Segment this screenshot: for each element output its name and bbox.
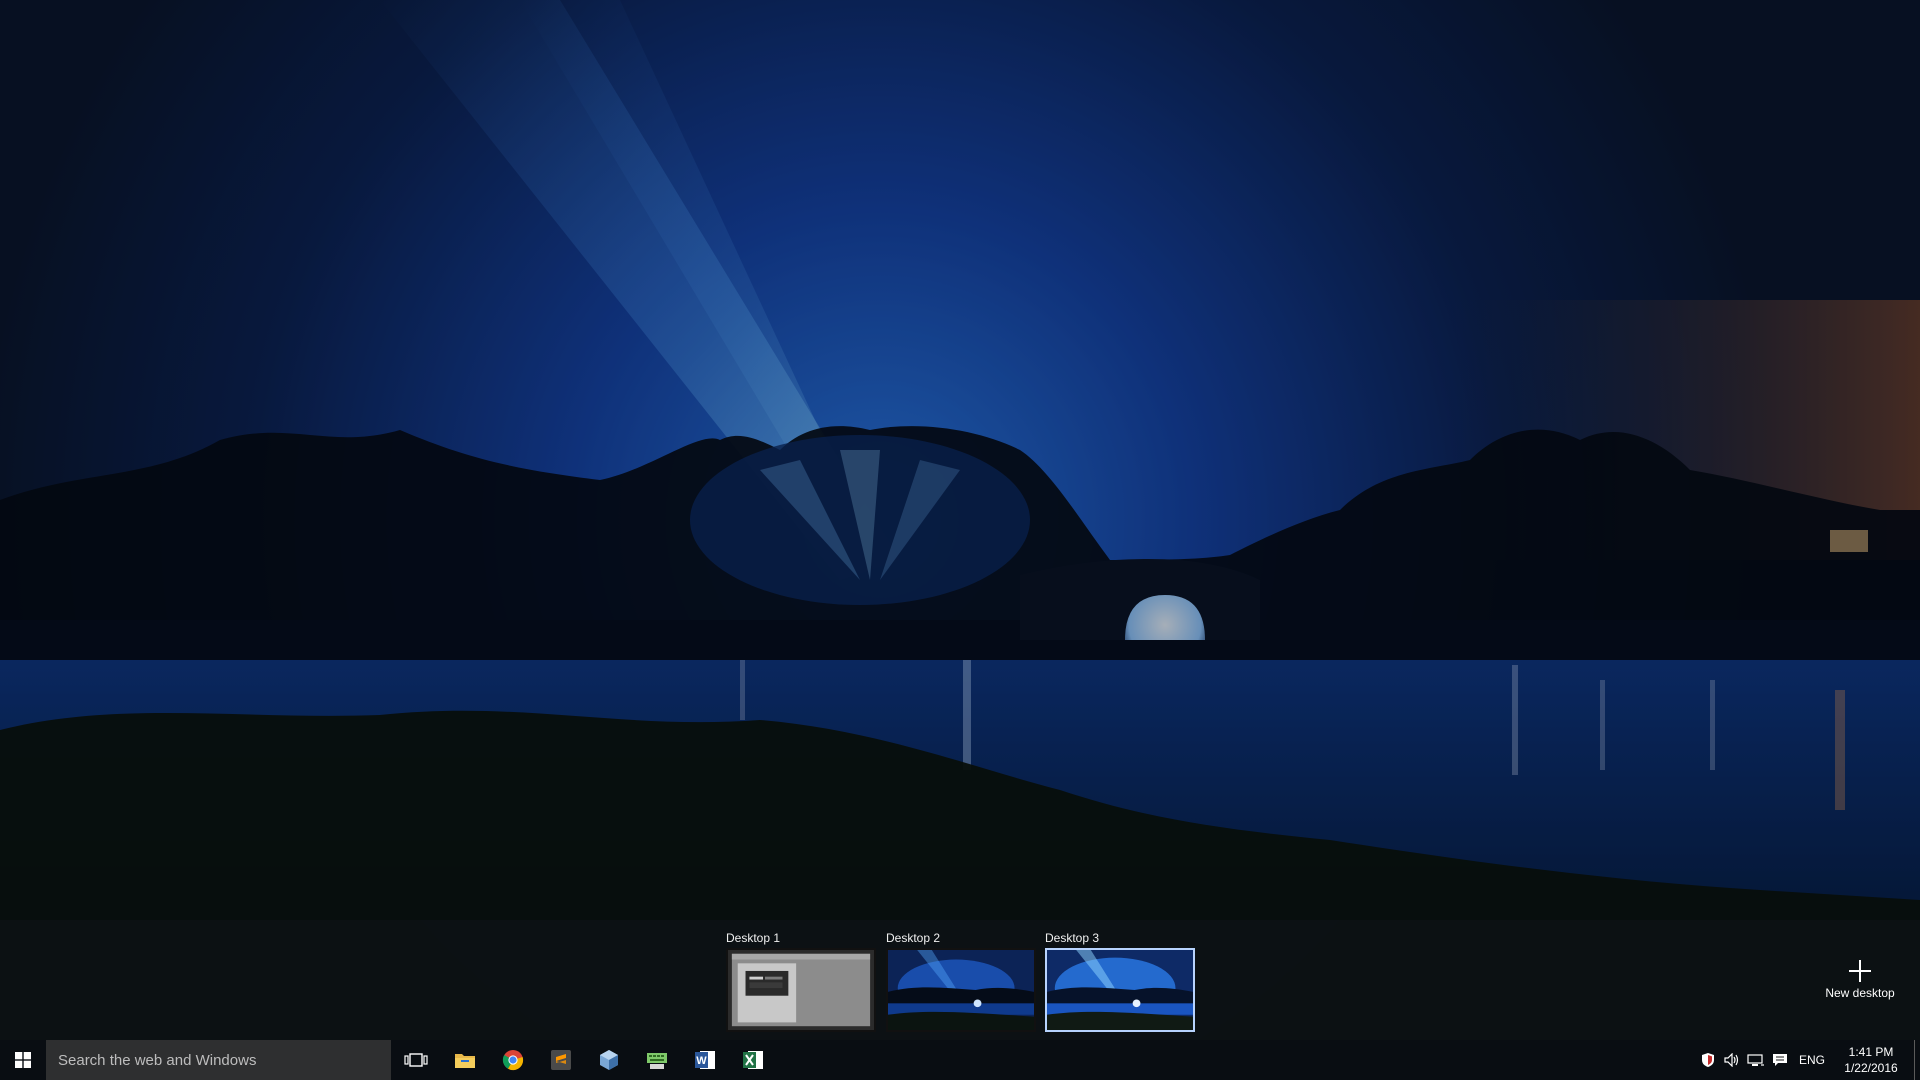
wallpaper-night-lake-image xyxy=(0,0,1920,1080)
desktop-2[interactable]: Desktop 2 xyxy=(886,930,1036,1032)
windows-logo-icon xyxy=(15,1052,31,1068)
wallpaper-preview-icon xyxy=(888,950,1034,1030)
clock-date: 1/22/2016 xyxy=(1844,1061,1898,1075)
desktop-1-label: Desktop 1 xyxy=(726,931,781,945)
shield-icon xyxy=(1702,1053,1714,1067)
desktop-wallpaper xyxy=(0,0,1920,1080)
language-indicator[interactable]: ENG xyxy=(1792,1053,1832,1067)
clock[interactable]: 1:41 PM 1/22/2016 xyxy=(1832,1044,1910,1076)
taskbar-app-word[interactable]: W xyxy=(681,1040,729,1080)
desktop-2-thumbnail[interactable] xyxy=(886,948,1036,1032)
taskbar-app-sublime-text[interactable] xyxy=(537,1040,585,1080)
sublime-icon xyxy=(551,1050,571,1070)
virtual-desktop-strip: Desktop 1 Desktop 2 Desktop 3 New deskto… xyxy=(0,920,1920,1040)
shield-tray-button[interactable] xyxy=(1696,1040,1720,1080)
desktop-2-label: Desktop 2 xyxy=(886,931,941,945)
taskbar: W xyxy=(0,1040,1920,1080)
desktop-1-thumbnail[interactable] xyxy=(726,948,876,1032)
clock-time: 1:41 PM xyxy=(1848,1045,1894,1059)
task-view-button[interactable] xyxy=(391,1040,441,1080)
network-icon xyxy=(1747,1054,1764,1066)
desktop-3-label: Desktop 3 xyxy=(1045,931,1100,945)
start-button[interactable] xyxy=(0,1040,46,1080)
window-preview-icon xyxy=(728,950,874,1030)
search-box[interactable] xyxy=(46,1040,391,1080)
word-icon: W xyxy=(695,1051,715,1069)
new-desktop-label: New desktop xyxy=(1825,986,1895,1000)
task-view-icon xyxy=(404,1053,428,1067)
new-desktop-button[interactable]: New desktop xyxy=(1816,960,1904,1016)
search-input[interactable] xyxy=(58,1051,378,1069)
taskbar-app-keyboard[interactable] xyxy=(633,1040,681,1080)
show-desktop-button[interactable] xyxy=(1914,1040,1920,1080)
virtualbox-icon xyxy=(600,1050,618,1070)
excel-icon xyxy=(743,1051,763,1069)
folder-icon xyxy=(455,1054,475,1068)
system-tray: ENG 1:41 PM 1/22/2016 xyxy=(1696,1040,1920,1080)
action-center-button[interactable] xyxy=(1768,1040,1792,1080)
desktop-1[interactable]: Desktop 1 xyxy=(726,930,876,1032)
taskbar-app-excel[interactable] xyxy=(729,1040,777,1080)
keyboard-icon xyxy=(647,1053,667,1069)
taskbar-app-virtualbox[interactable] xyxy=(585,1040,633,1080)
action-center-icon xyxy=(1773,1054,1787,1066)
plus-icon xyxy=(1849,960,1871,982)
svg-text:W: W xyxy=(696,1055,707,1067)
wallpaper-preview-icon xyxy=(1047,950,1193,1030)
desktop-3-thumbnail[interactable] xyxy=(1045,948,1195,1032)
taskbar-app-file-explorer[interactable] xyxy=(441,1040,489,1080)
desktop-3[interactable]: Desktop 3 xyxy=(1045,930,1195,1032)
network-tray-button[interactable] xyxy=(1744,1040,1768,1080)
chrome-icon xyxy=(502,1050,524,1071)
taskbar-app-chrome[interactable] xyxy=(489,1040,537,1080)
volume-icon xyxy=(1724,1053,1739,1067)
volume-tray-button[interactable] xyxy=(1720,1040,1744,1080)
